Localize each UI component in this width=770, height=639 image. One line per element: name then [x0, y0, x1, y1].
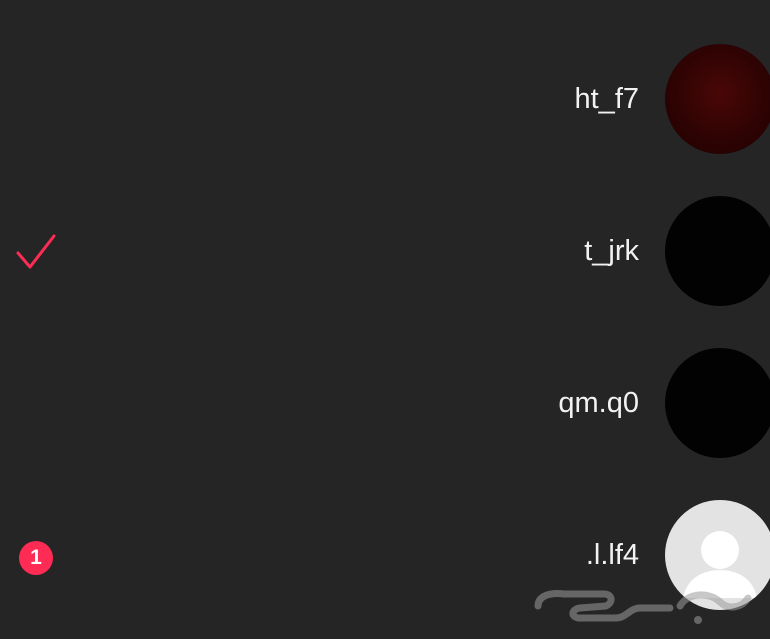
checkmark-icon — [16, 234, 56, 269]
avatar — [665, 348, 770, 458]
unread-badge: 1 — [19, 541, 53, 575]
account-switcher-list: ht_f7 t_jrk qm.q0 1 .l.lf4 — [0, 0, 770, 639]
account-item[interactable]: ht_f7 — [0, 24, 770, 176]
avatar — [665, 44, 770, 154]
account-username: t_jrk — [584, 235, 639, 267]
avatar — [665, 196, 770, 306]
account-username: .l.lf4 — [585, 539, 639, 571]
account-item[interactable]: qm.q0 — [0, 328, 770, 480]
account-username: qm.q0 — [558, 387, 639, 419]
account-username: ht_f7 — [574, 83, 640, 115]
haraj-watermark-logo — [534, 590, 752, 624]
account-item[interactable]: t_jrk — [0, 176, 770, 328]
